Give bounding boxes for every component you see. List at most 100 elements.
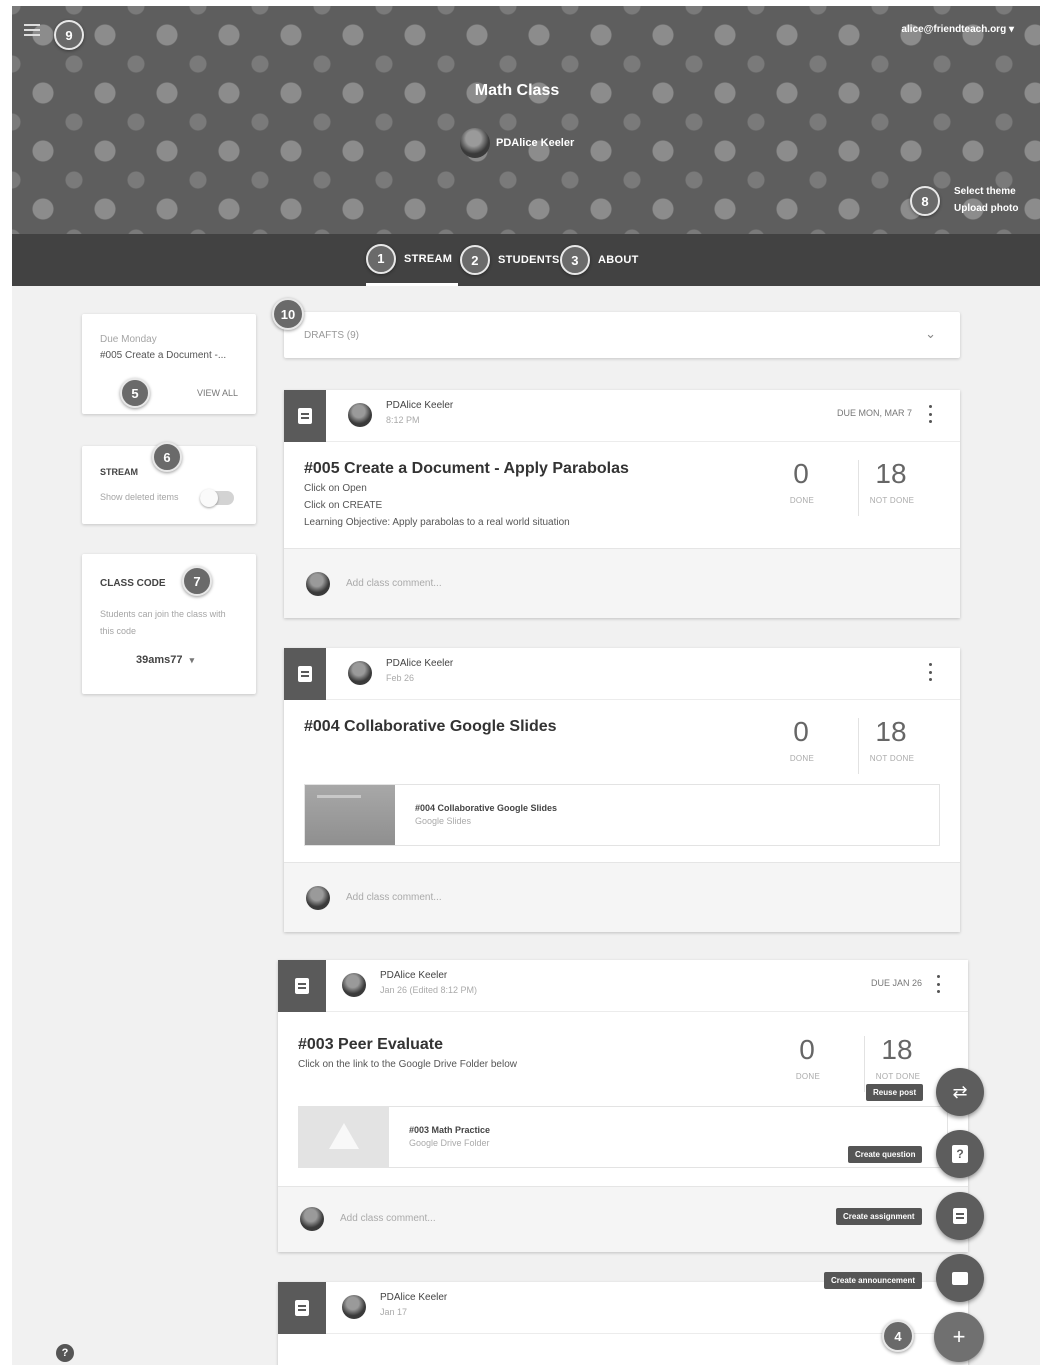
more-options-icon[interactable] [936,975,940,993]
attachment-type: Google Drive Folder [409,1138,490,1148]
post-004: PDAlice Keeler Feb 26 #004 Collaborative… [284,648,960,932]
post-desc-line: Click on CREATE [304,500,383,511]
tab-stream[interactable]: 1 STREAM [366,234,459,286]
create-announcement-button[interactable] [936,1254,984,1302]
not-done-label: NOT DONE [875,1072,921,1081]
not-done-count[interactable]: 18 [866,716,916,748]
class-code-heading: CLASS CODE [100,578,166,589]
upcoming-card: Due Monday #005 Create a Document -... 5… [82,314,256,414]
more-options-icon[interactable] [928,405,932,423]
post-time: 8:12 PM [386,415,420,425]
post-time: Jan 17 [380,1307,408,1317]
chevron-down-icon: ▾ [1008,24,1014,35]
post-card: PDAlice Keeler 8:12 PM DUE MON, MAR 7 #0… [284,390,960,618]
comment-input[interactable]: Add class comment... [346,892,442,903]
teacher-name: PDAlice Keeler [496,137,575,149]
account-menu[interactable]: alice@friendteach.org ▾ [901,24,1014,35]
tab-students-label: STUDENTS [498,254,560,266]
not-done-count[interactable]: 18 [866,458,916,490]
create-question-button[interactable]: ? [936,1130,984,1178]
drafts-label: DRAFTS (9) [304,330,359,341]
author-avatar [348,661,372,685]
teacher-info: PDAlice Keeler [460,128,574,158]
show-deleted-label: Show deleted items [100,492,179,502]
help-icon[interactable]: ? [56,1344,74,1362]
attachment-slides[interactable]: #004 Collaborative Google Slides Google … [304,784,940,846]
more-options-icon[interactable] [928,663,932,681]
drive-icon [329,1123,359,1149]
assignment-icon [284,648,326,700]
assignment-icon [278,960,326,1012]
user-avatar [306,886,330,910]
attachment-title: #003 Math Practice [409,1125,491,1135]
teacher-avatar [460,128,490,158]
author-avatar [342,1295,366,1319]
done-label: DONE [789,496,815,505]
not-done-count[interactable]: 18 [872,1034,922,1066]
post-title[interactable]: #004 Collaborative Google Slides [304,718,557,736]
done-count[interactable]: 0 [776,458,826,490]
stream-heading: STREAM [100,467,138,477]
post-title[interactable]: #003 Peer Evaluate [298,1036,443,1054]
post-title[interactable]: #005 Create a Document - Apply Parabolas [304,460,629,478]
class-header: 9 alice@friendteach.org ▾ Math Class PDA… [12,6,1040,286]
callout-1: 1 [366,243,396,274]
drafts-bar[interactable]: DRAFTS (9) ⌄ [284,312,960,358]
account-email: alice@friendteach.org [901,24,1007,35]
post-due-date: DUE JAN 26 [870,978,922,988]
select-theme-link[interactable]: Select theme [954,186,1016,197]
callout-7: 7 [182,566,212,596]
menu-icon[interactable] [24,24,40,36]
comment-bar[interactable]: Add class comment... [284,862,960,932]
done-count[interactable]: 0 [776,716,826,748]
tab-students[interactable]: 2 STUDENTS [460,234,560,286]
post-card: PDAlice Keeler Feb 26 #004 Collaborative… [284,648,960,932]
tab-stream-label: STREAM [404,252,453,265]
post-author: PDAlice Keeler [386,400,454,411]
not-done-label: NOT DONE [869,754,915,763]
attachment-type: Google Slides [415,816,472,826]
done-count[interactable]: 0 [782,1034,832,1066]
callout-10: 10 [272,298,304,330]
class-code-value[interactable]: 39ams77 ▾ [136,654,194,666]
add-button[interactable]: + [934,1312,984,1362]
upcoming-due: Due Monday [100,334,157,345]
tab-about[interactable]: 3 ABOUT [560,234,639,286]
chevron-down-icon: ▾ [189,655,195,665]
stat-divider [864,1036,865,1092]
post-header: PDAlice Keeler Jan 26 (Edited 8:12 PM) D… [278,960,968,1012]
question-icon: ? [952,1145,968,1163]
comment-input[interactable]: Add class comment... [346,578,442,589]
show-deleted-toggle[interactable] [200,489,234,507]
comment-input[interactable]: Add class comment... [340,1213,436,1224]
attachment-title: #004 Collaborative Google Slides [415,803,558,813]
slides-thumbnail [305,785,395,845]
theme-banner [12,6,1040,234]
done-label: DONE [789,754,815,763]
view-all-link[interactable]: VIEW ALL [197,388,238,398]
callout-8: 8 [910,186,940,216]
upload-photo-link[interactable]: Upload photo [954,203,1018,214]
upcoming-item[interactable]: #005 Create a Document -... [100,350,226,361]
chevron-down-icon: ⌄ [925,326,936,341]
user-avatar [300,1207,324,1231]
assignment-icon [284,390,326,442]
not-done-label: NOT DONE [869,496,915,505]
stat-divider [858,718,859,774]
class-code-desc: Students can join the class with this co… [100,609,226,636]
create-assignment-button[interactable] [936,1192,984,1240]
stream-settings-card: STREAM 6 Show deleted items [82,442,256,524]
class-code-text: 39ams77 [136,654,183,666]
post-author: PDAlice Keeler [380,1292,448,1303]
comment-bar[interactable]: Add class comment... [284,548,960,618]
callout-9: 9 [54,20,84,50]
post-desc-line: Learning Objective: Apply parabolas to a… [304,517,570,528]
assignment-icon [953,1208,967,1224]
done-label: DONE [795,1072,821,1081]
post-005: PDAlice Keeler 8:12 PM DUE MON, MAR 7 #0… [284,390,960,618]
reuse-post-button[interactable]: ⇄ [936,1068,984,1116]
callout-6: 6 [152,442,182,472]
classroom-app: 9 alice@friendteach.org ▾ Math Class PDA… [12,6,1040,1365]
tab-bar: 1 STREAM 2 STUDENTS 3 ABOUT [12,234,1040,286]
tab-about-label: ABOUT [598,254,639,266]
